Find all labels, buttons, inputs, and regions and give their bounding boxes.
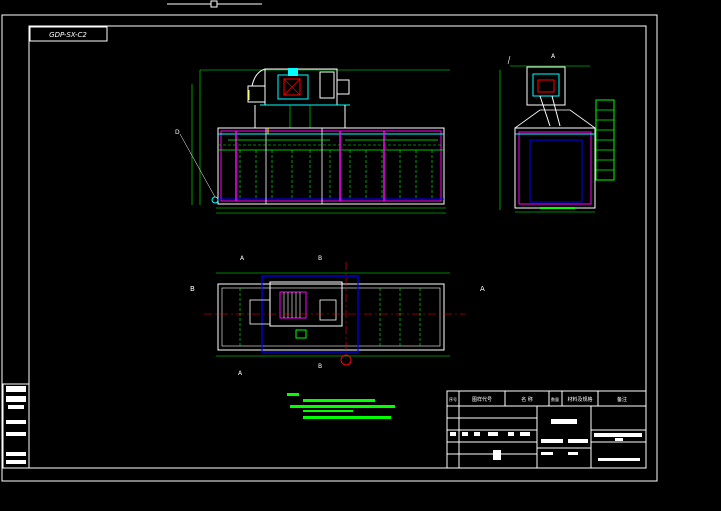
drawing-code-box: GDP-SX-C2 bbox=[29, 26, 108, 42]
label-b-left: B bbox=[190, 285, 195, 293]
top-scroll-indicator[interactable] bbox=[167, 0, 262, 8]
label-a-right: A bbox=[480, 285, 485, 293]
title-block-fills bbox=[450, 419, 642, 461]
label-a-bottom-plan: A bbox=[238, 370, 243, 377]
header-index: 序号 bbox=[449, 396, 457, 402]
side-elevation-view: A bbox=[499, 53, 615, 213]
color-accents bbox=[248, 90, 575, 209]
header-qty: 数量 bbox=[551, 396, 559, 402]
header-name: 名 称 bbox=[521, 396, 533, 403]
cad-drawing-canvas: GDP-SX-C2 D A A B B A A B 序号 图样代号 名 称 数量… bbox=[1, 0, 658, 482]
plan-view: A B B A A B bbox=[190, 255, 485, 377]
label-b-top-plan: B bbox=[318, 255, 322, 262]
header-drawing-code: 图样代号 bbox=[472, 396, 492, 403]
label-a-top: A bbox=[551, 53, 556, 60]
technical-notes bbox=[287, 393, 395, 419]
header-material: 材料及规格 bbox=[567, 396, 592, 403]
drawing-code-text: GDP-SX-C2 bbox=[49, 31, 87, 39]
label-b-bottom-plan: B bbox=[318, 363, 322, 370]
label-a-left-plan: A bbox=[240, 255, 245, 262]
front-elevation-view: D bbox=[175, 68, 450, 214]
left-margin-tabs bbox=[2, 383, 30, 469]
header-remarks: 备注 bbox=[617, 396, 627, 403]
label-d: D bbox=[175, 129, 180, 136]
title-block-header: 序号 图样代号 名 称 数量 材料及规格 备注 bbox=[449, 396, 627, 403]
